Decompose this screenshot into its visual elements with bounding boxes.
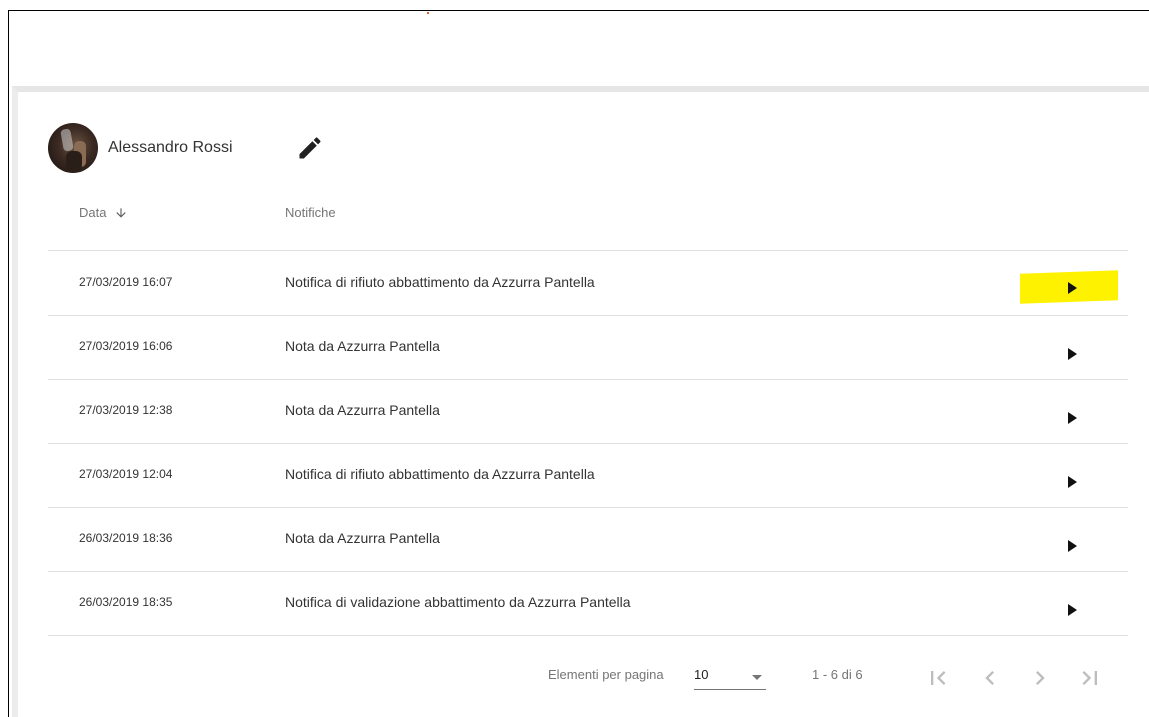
- table-row[interactable]: 27/03/2019 16:07 Notifica di rifiuto abb…: [48, 251, 1128, 316]
- items-per-page-label: Elementi per pagina: [548, 667, 664, 682]
- next-page-button[interactable]: [1026, 664, 1054, 692]
- open-notification-button[interactable]: [1060, 534, 1084, 558]
- column-header-notifications-label: Notifiche: [285, 205, 336, 220]
- page-size-value: 10: [694, 667, 709, 682]
- row-date: 27/03/2019 12:38: [79, 403, 173, 417]
- column-header-notifications: Notifiche: [285, 205, 336, 220]
- row-notification: Notifica di validazione abbattimento da …: [285, 594, 631, 610]
- previous-page-button[interactable]: [976, 664, 1004, 692]
- arrow-down-icon: [116, 207, 127, 218]
- open-notification-button[interactable]: [1060, 470, 1084, 494]
- row-date: 27/03/2019 16:07: [79, 275, 173, 289]
- row-notification: Nota da Azzurra Pantella: [285, 530, 440, 546]
- row-notification: Notifica di rifiuto abbattimento da Azzu…: [285, 466, 595, 482]
- row-date: 26/03/2019 18:36: [79, 531, 173, 545]
- first-page-button[interactable]: [924, 664, 952, 692]
- table-row[interactable]: 27/03/2019 12:04 Notifica di rifiuto abb…: [48, 443, 1128, 508]
- play-arrow-icon: [1068, 476, 1077, 488]
- open-notification-button[interactable]: [1060, 276, 1084, 300]
- play-arrow-icon: [1068, 348, 1077, 360]
- table-row[interactable]: 27/03/2019 16:06 Nota da Azzurra Pantell…: [48, 315, 1128, 380]
- pencil-icon: [299, 137, 321, 159]
- window-frame-top: [8, 10, 1149, 11]
- table-row[interactable]: 26/03/2019 18:35 Notifica di validazione…: [48, 571, 1128, 636]
- dropdown-caret-icon: [752, 675, 762, 680]
- user-header: Alessandro Rossi: [48, 122, 233, 174]
- table-row[interactable]: 27/03/2019 12:38 Nota da Azzurra Pantell…: [48, 379, 1128, 444]
- row-notification: Nota da Azzurra Pantella: [285, 402, 440, 418]
- play-arrow-icon: [1068, 540, 1077, 552]
- row-date: 27/03/2019 16:06: [79, 339, 173, 353]
- last-page-button[interactable]: [1076, 664, 1104, 692]
- user-name: Alessandro Rossi: [108, 139, 233, 156]
- decorative-dot: [427, 12, 429, 14]
- row-date: 26/03/2019 18:35: [79, 595, 173, 609]
- open-notification-button[interactable]: [1060, 406, 1084, 430]
- play-arrow-icon: [1068, 412, 1077, 424]
- row-notification: Notifica di rifiuto abbattimento da Azzu…: [285, 274, 595, 290]
- chevron-right-icon: [1036, 671, 1045, 685]
- row-date: 27/03/2019 12:04: [79, 467, 173, 481]
- play-arrow-icon: [1068, 282, 1077, 294]
- column-header-date[interactable]: Data: [79, 205, 128, 220]
- row-notification: Nota da Azzurra Pantella: [285, 338, 440, 354]
- edit-button[interactable]: [296, 134, 324, 162]
- table-row[interactable]: 26/03/2019 18:36 Nota da Azzurra Pantell…: [48, 507, 1128, 572]
- first-page-icon: [931, 671, 946, 685]
- window-frame-left: [8, 10, 9, 717]
- chevron-left-icon: [985, 671, 994, 685]
- play-arrow-icon: [1068, 604, 1077, 616]
- page-size-select[interactable]: 10: [694, 665, 766, 690]
- open-notification-button[interactable]: [1060, 598, 1084, 622]
- last-page-icon: [1082, 671, 1097, 685]
- table-header: Data Notifiche: [48, 196, 1128, 251]
- page-range-label: 1 - 6 di 6: [812, 667, 863, 682]
- open-notification-button[interactable]: [1060, 342, 1084, 366]
- column-header-date-label: Data: [79, 205, 107, 220]
- avatar: [48, 123, 98, 173]
